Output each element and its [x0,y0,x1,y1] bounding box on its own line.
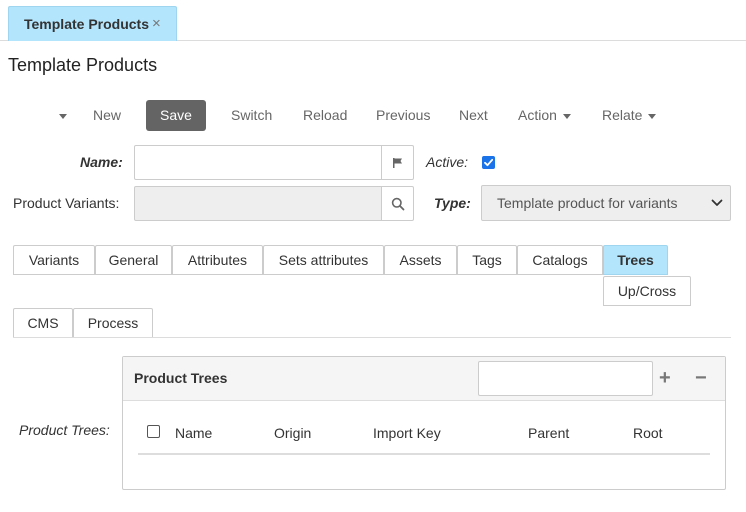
name-field[interactable] [134,145,382,180]
type-select[interactable]: Template product for variants [481,185,731,221]
caret-down-icon [648,113,657,119]
tab-tags[interactable]: Tags [457,245,517,275]
select-all-checkbox[interactable] [147,425,160,438]
panel-title: Product Trees [134,370,228,386]
switch-button[interactable]: Switch [231,106,272,124]
type-select-value: Template product for variants [497,195,678,211]
tab-label: Template Products [24,16,149,32]
tabs-divider [13,337,731,338]
column-header-parent[interactable]: Parent [528,425,569,441]
minus-icon[interactable]: − [695,367,707,389]
tab-sets-attributes[interactable]: Sets attributes [263,245,384,275]
reload-button[interactable]: Reload [303,106,347,124]
plus-icon[interactable]: + [659,367,671,389]
column-header-import-key[interactable]: Import Key [373,425,441,441]
page-title: Template Products [8,55,158,75]
active-label: Active: [426,154,469,170]
chevron-down-icon [711,199,723,206]
panel-search-input[interactable] [478,361,653,396]
action-menu[interactable]: Action [518,106,571,124]
type-label: Type: [434,195,471,211]
tab-assets[interactable]: Assets [384,245,457,275]
tab-template-products[interactable]: Template Products × [8,6,177,41]
document-tab-bar: Template Products × [0,0,746,41]
variants-search-button[interactable] [382,186,414,221]
panel-header: Product Trees + − [123,357,725,401]
column-header-name[interactable]: Name [175,425,212,441]
tab-up-cross[interactable]: Up/Cross [603,276,691,306]
name-label: Name: [80,154,123,170]
tab-variants[interactable]: Variants [13,245,95,275]
column-header-root[interactable]: Root [633,425,663,441]
check-icon [484,158,494,167]
action-menu-label: Action [518,107,557,123]
tab-cms[interactable]: CMS [13,308,73,338]
tab-catalogs[interactable]: Catalogs [517,245,603,275]
caret-down-icon [562,113,571,119]
caret-down-icon [59,113,67,119]
next-button[interactable]: Next [459,106,488,124]
tab-attributes[interactable]: Attributes [172,245,263,275]
tab-process[interactable]: Process [73,308,153,338]
grid-header-divider [138,453,710,455]
toolbar-dropdown-toggle[interactable] [53,106,67,124]
tab-trees[interactable]: Trees [603,245,668,275]
translate-flag-button[interactable] [382,145,414,180]
product-trees-panel: Product Trees + − Name Origin Import Key… [122,356,726,490]
flag-icon [393,158,402,168]
relate-menu[interactable]: Relate [602,106,657,124]
search-icon [391,197,405,211]
active-checkbox[interactable] [482,156,495,169]
relate-menu-label: Relate [602,107,643,123]
close-icon[interactable]: × [152,16,161,32]
previous-button[interactable]: Previous [376,106,430,124]
new-button[interactable]: New [93,106,121,124]
product-trees-label: Product Trees: [19,422,110,438]
column-header-origin[interactable]: Origin [274,425,311,441]
tab-general[interactable]: General [95,245,172,275]
product-variants-label: Product Variants: [13,195,120,211]
save-button[interactable]: Save [146,100,206,131]
product-variants-field[interactable] [134,186,382,221]
